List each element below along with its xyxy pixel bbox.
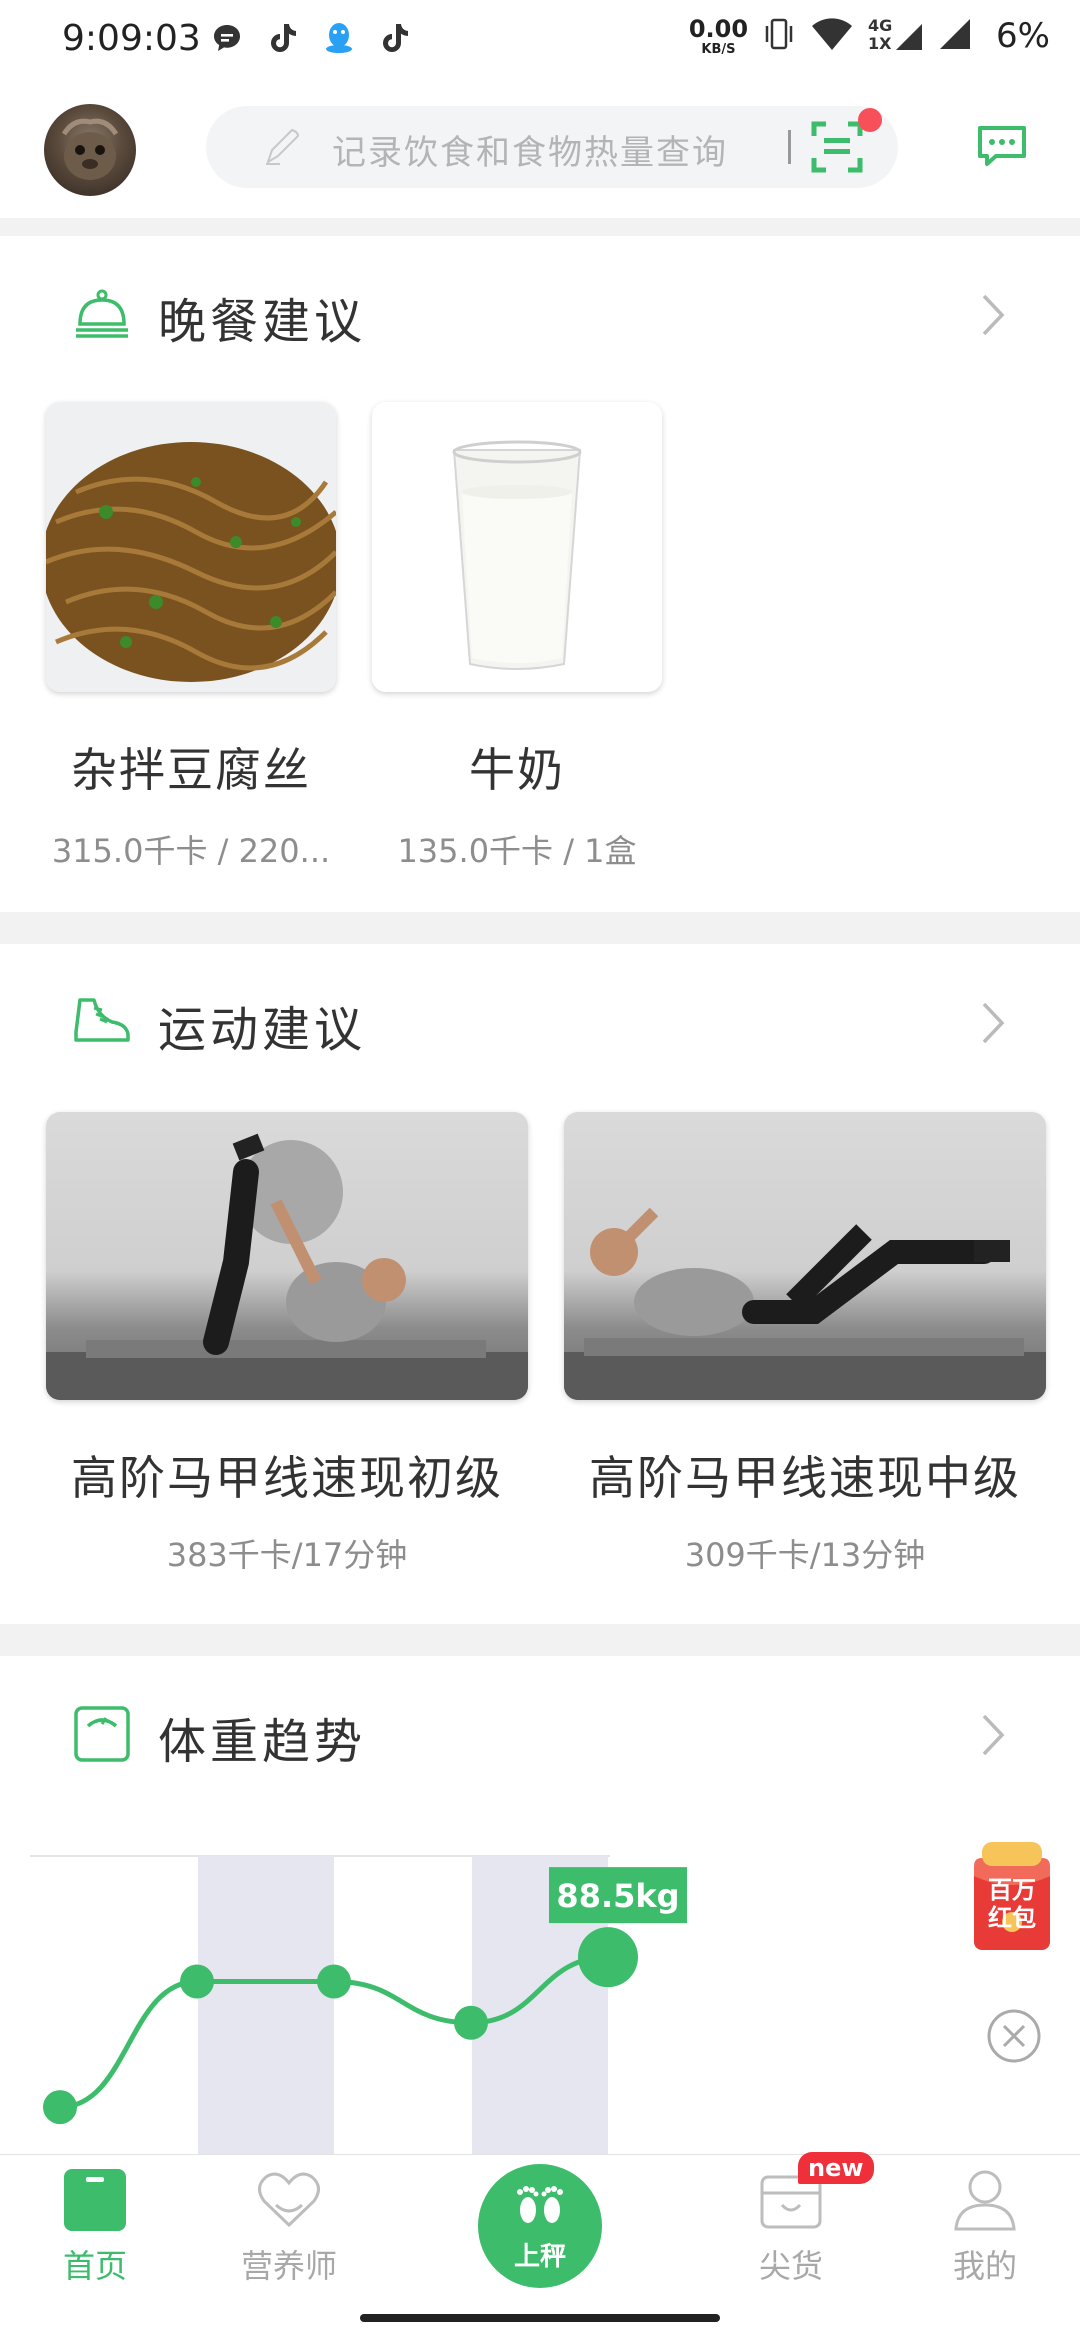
wifi-icon xyxy=(810,16,854,56)
battery-level: 6% xyxy=(996,16,1050,56)
network-subtype: 1X xyxy=(868,34,892,53)
weight-point-4 xyxy=(454,2005,488,2040)
exercise-suggestion-card: 运动建议 高阶马甲线速现初级 383千卡/17分钟 高阶马甲线速现中级 309千… xyxy=(0,944,1080,1624)
avatar[interactable] xyxy=(44,104,136,196)
weight-title: 体重趋势 xyxy=(158,1714,367,1770)
food-image-tofu xyxy=(46,402,336,692)
top-header: 记录饮食和食物热量查询 xyxy=(0,84,1080,218)
tiktok-icon xyxy=(266,20,300,56)
message-icon[interactable] xyxy=(976,124,1028,172)
nav-home[interactable]: 首页 xyxy=(20,2155,170,2297)
chevron-right-icon[interactable] xyxy=(978,1712,1008,1762)
exercise-calories-beginner: 383千卡/17分钟 xyxy=(166,1536,408,1574)
vibrate-icon xyxy=(762,16,796,56)
exercise-image-intermediate xyxy=(564,1112,1046,1400)
weight-point-5 xyxy=(578,1927,638,1988)
qq-penguin-icon xyxy=(322,20,356,56)
chat-bubble-icon xyxy=(210,20,244,56)
weight-point-2 xyxy=(180,1964,214,1999)
home-indicator[interactable] xyxy=(360,2314,720,2322)
scan-notification-dot xyxy=(858,108,882,132)
person-icon xyxy=(950,2165,1020,2235)
chevron-right-icon[interactable] xyxy=(978,1000,1008,1050)
footprints-icon xyxy=(511,2180,569,2234)
food-item-milk[interactable]: 牛奶 135.0千卡 / 1盒 xyxy=(372,402,662,872)
search-divider xyxy=(788,130,791,164)
weight-point-3 xyxy=(317,1964,351,1999)
scan-icon[interactable] xyxy=(810,120,864,174)
promo-line-2: 红包 xyxy=(988,1904,1036,1932)
exercise-title: 运动建议 xyxy=(158,1002,367,1058)
status-notification-icons xyxy=(210,20,412,56)
network-speed: 0.00 KB/S xyxy=(689,17,748,56)
exercise-item-beginner[interactable]: 高阶马甲线速现初级 383千卡/17分钟 xyxy=(46,1112,528,1576)
cellular-signal-icon-2 xyxy=(938,17,972,55)
exercise-name-beginner: 高阶马甲线速现初级 xyxy=(71,1451,503,1505)
food-calories-tofu: 315.0千卡 / 220... xyxy=(51,832,331,870)
dinner-title: 晚餐建议 xyxy=(158,294,367,350)
status-bar: 9:09:03 0.00 KB/S 4G 1X 6% xyxy=(0,0,1080,84)
cellular-signal-icon: 4G 1X xyxy=(868,16,924,56)
weigh-in-label: 上秤 xyxy=(513,2241,566,2272)
nav-home-label: 首页 xyxy=(62,2247,127,2285)
weight-chart: 88.5kg xyxy=(30,1855,687,2154)
food-name-tofu: 杂拌豆腐丝 xyxy=(71,743,311,797)
pen-icon xyxy=(262,126,302,170)
food-image-milk xyxy=(372,402,662,692)
weight-latest-label: 88.5kg xyxy=(556,1877,679,1915)
exercise-item-intermediate[interactable]: 高阶马甲线速现中级 309千卡/13分钟 xyxy=(564,1112,1046,1576)
sneaker-icon xyxy=(72,992,132,1056)
exercise-image-beginner xyxy=(46,1112,528,1400)
weigh-in-button[interactable]: 上秤 xyxy=(478,2164,602,2288)
network-speed-value: 0.00 xyxy=(688,14,749,43)
exercise-calories-intermediate: 309千卡/13分钟 xyxy=(684,1536,926,1574)
home-icon xyxy=(60,2165,130,2235)
food-item-tofu[interactable]: 杂拌豆腐丝 315.0千卡 / 220... xyxy=(46,402,336,872)
food-calories-milk: 135.0千卡 / 1盒 xyxy=(397,832,637,870)
system-navigation-bar xyxy=(0,2296,1080,2340)
nav-nutritionist[interactable]: 营养师 xyxy=(214,2155,364,2297)
dish-cover-icon xyxy=(72,284,132,348)
close-icon[interactable] xyxy=(986,2008,1042,2068)
status-right-cluster: 0.00 KB/S 4G 1X 6% xyxy=(689,16,1050,56)
tiktok-icon-2 xyxy=(378,20,412,56)
food-name-milk: 牛奶 xyxy=(469,743,565,797)
red-packet-promo[interactable]: 百万 红包 xyxy=(968,1842,1056,1952)
new-badge: new xyxy=(798,2152,874,2184)
heart-plate-icon xyxy=(254,2165,324,2235)
nav-mine[interactable]: 我的 xyxy=(910,2155,1060,2297)
search-bar[interactable]: 记录饮食和食物热量查询 xyxy=(206,106,898,188)
weight-point-1 xyxy=(43,2090,77,2125)
network-type: 4G xyxy=(868,16,893,35)
weight-trend-card: 体重趋势 88.5kg 百万 红包 xyxy=(0,1656,1080,2154)
status-time: 9:09:03 xyxy=(62,18,201,59)
nav-nutritionist-label: 营养师 xyxy=(240,2247,337,2285)
network-speed-unit: KB/S xyxy=(701,41,736,57)
scale-icon xyxy=(72,1704,132,1768)
nav-mine-label: 我的 xyxy=(952,2247,1017,2285)
exercise-name-intermediate: 高阶马甲线速现中级 xyxy=(589,1451,1021,1505)
chevron-right-icon[interactable] xyxy=(978,292,1008,342)
search-placeholder: 记录饮食和食物热量查询 xyxy=(332,133,728,173)
nav-goods-label: 尖货 xyxy=(758,2247,823,2285)
dinner-suggestion-card: 晚餐建议 杂拌豆腐丝 315.0千卡 / 220... 牛奶 135.0千卡 /… xyxy=(0,236,1080,912)
